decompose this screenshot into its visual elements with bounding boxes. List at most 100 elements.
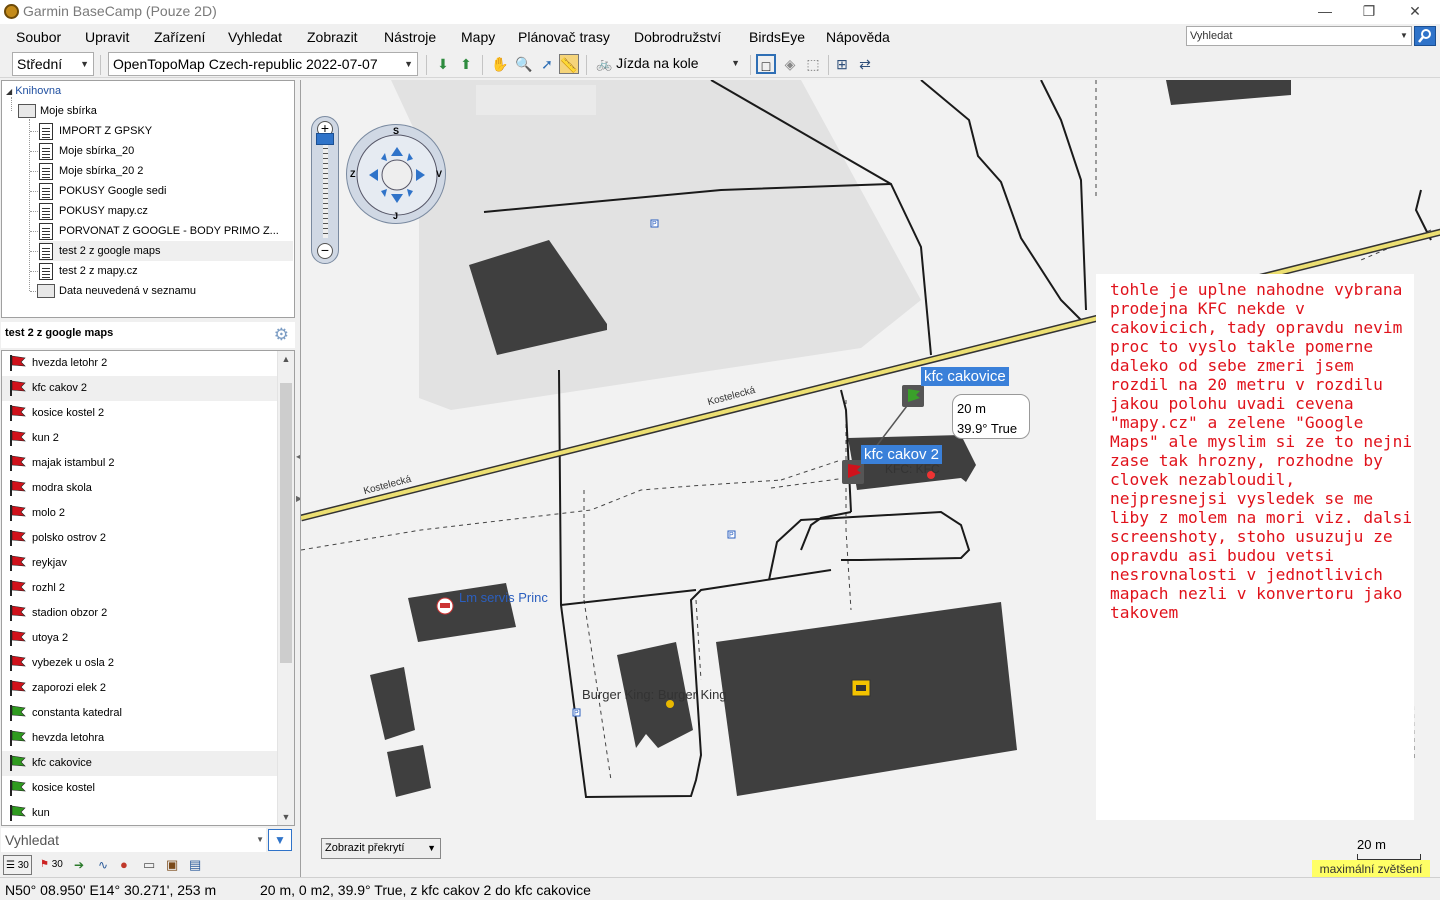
3d-view-icon[interactable]: ◈ bbox=[780, 54, 800, 74]
library-list-item[interactable]: Moje sbírka_20 2 bbox=[39, 161, 143, 181]
waypoint-list-item[interactable]: stadion obzor 2 bbox=[2, 601, 278, 626]
menu-vyhledat[interactable]: Vyhledat bbox=[228, 29, 282, 45]
menu-planovac-trasy[interactable]: Plánovač trasy bbox=[518, 29, 610, 45]
list-bottom-toolbar: ☰ 30 ⚑ 30 ➔ ∿ ● ▭ ▣ ▤ bbox=[0, 853, 296, 877]
scroll-up-icon[interactable]: ▲ bbox=[278, 351, 294, 367]
waypoint-name: zaporozi elek 2 bbox=[32, 682, 106, 694]
zoom-track[interactable] bbox=[323, 143, 328, 238]
waypoint-list-item[interactable]: rozhl 2 bbox=[2, 576, 278, 601]
green-flag-waypoint[interactable] bbox=[902, 385, 924, 407]
list-view-toggle[interactable]: ☰ 30 bbox=[3, 855, 32, 875]
zoom-handle[interactable] bbox=[316, 133, 334, 145]
filter-button[interactable]: ▼ bbox=[268, 829, 292, 851]
collection-item[interactable]: Moje sbírka bbox=[18, 101, 97, 121]
green-flag-icon bbox=[10, 705, 26, 721]
chevron-down-icon[interactable]: ▼ bbox=[1397, 27, 1411, 45]
top-search-input[interactable]: Vyhledat ▼ bbox=[1186, 26, 1412, 46]
waypoint-name: hvezda letohr 2 bbox=[32, 357, 108, 369]
search-button[interactable] bbox=[1414, 26, 1436, 46]
menu-zobrazit[interactable]: Zobrazit bbox=[307, 29, 358, 45]
2d-view-icon[interactable]: □ bbox=[756, 54, 776, 74]
menu-dobrodruzstvi[interactable]: Dobrodružství bbox=[634, 29, 721, 45]
waypoint-list-item[interactable]: molo 2 bbox=[2, 501, 278, 526]
waypoint-list-item[interactable]: polsko ostrov 2 bbox=[2, 526, 278, 551]
waypoint-list-item[interactable]: kosice kostel 2 bbox=[2, 401, 278, 426]
waypoint-list-item[interactable]: utoya 2 bbox=[2, 626, 278, 651]
menu-soubor[interactable]: Soubor bbox=[16, 29, 61, 45]
waypoint-list-item[interactable]: constanta katedral bbox=[2, 701, 278, 726]
sync-icon[interactable]: ⇄ bbox=[855, 54, 875, 74]
detail-level-select[interactable]: Střední ▼ bbox=[12, 52, 94, 76]
waypoint-list-item[interactable]: majak istambul 2 bbox=[2, 451, 278, 476]
waypoint-list-item[interactable]: reykjav bbox=[2, 551, 278, 576]
waypoint-list-item[interactable]: kfc cakovice bbox=[2, 751, 278, 776]
waypoint-filter-toggle[interactable]: ⚑ 30 bbox=[40, 855, 63, 875]
overlay-select[interactable]: Zobrazit překrytí ▼ bbox=[321, 838, 441, 859]
route-icon[interactable]: ➔ bbox=[74, 855, 84, 875]
list-document-icon bbox=[39, 122, 53, 140]
measure-tool-icon[interactable]: 📏 bbox=[559, 54, 579, 74]
waypoint-label-kfc-cakovice[interactable]: kfc cakovice bbox=[921, 367, 1009, 386]
pan-compass[interactable]: S J Z V bbox=[346, 124, 446, 224]
zoom-out-icon[interactable]: − bbox=[317, 243, 333, 259]
library-list-item-selected[interactable]: test 2 z google maps bbox=[39, 241, 293, 261]
menu-zarizeni[interactable]: Zařízení bbox=[154, 29, 205, 45]
waypoint-list-item[interactable]: kun bbox=[2, 801, 278, 825]
zoom-tool-icon[interactable]: 🔍 bbox=[514, 54, 534, 74]
activity-select[interactable]: 🚲 Jízda na kole ▼ bbox=[592, 52, 744, 76]
minimize-button[interactable]: — bbox=[1302, 0, 1348, 24]
status-bar: N50° 08.950' E14° 30.271', 253 m 20 m, 0… bbox=[0, 877, 1440, 900]
restore-button[interactable]: ❐ bbox=[1346, 0, 1392, 24]
library-list-item[interactable]: Moje sbírka_20 bbox=[39, 141, 134, 161]
waypoint-list-item[interactable]: hvezda letohr 2 bbox=[2, 351, 278, 376]
library-list-label: test 2 z mapy.cz bbox=[59, 265, 138, 277]
scroll-thumb[interactable] bbox=[280, 383, 292, 663]
library-root[interactable]: ◢ Knihovna bbox=[6, 81, 61, 101]
waypoint-list-item[interactable]: zaporozi elek 2 bbox=[2, 676, 278, 701]
library-list-item[interactable]: test 2 z mapy.cz bbox=[39, 261, 138, 281]
waypoint-list-item[interactable]: modra skola bbox=[2, 476, 278, 501]
menu-mapy[interactable]: Mapy bbox=[461, 29, 495, 45]
send-to-device-icon[interactable]: ⬆ bbox=[456, 54, 476, 74]
scroll-down-icon[interactable]: ▼ bbox=[278, 809, 294, 825]
waypoint-list-item[interactable]: hevzda letohra bbox=[2, 726, 278, 751]
library-list-item[interactable]: PORVONAT Z GOOGLE - BODY PRIMO Z... bbox=[39, 221, 279, 241]
map-product-select[interactable]: OpenTopoMap Czech-republic 2022-07-07 ▼ bbox=[108, 52, 418, 76]
library-list-item[interactable]: POKUSY mapy.cz bbox=[39, 201, 148, 221]
list-scrollbar[interactable]: ▲ ▼ bbox=[277, 351, 294, 825]
adventure-icon[interactable]: ● bbox=[120, 855, 128, 875]
menu-birdseye[interactable]: BirdsEye bbox=[749, 29, 805, 45]
waypoint-name: rozhl 2 bbox=[32, 582, 66, 594]
list-document-icon bbox=[39, 202, 53, 220]
waypoint-list-item[interactable]: kun 2 bbox=[2, 426, 278, 451]
collapse-icon[interactable]: ◢ bbox=[6, 87, 12, 96]
receive-from-device-icon[interactable]: ⬇ bbox=[433, 54, 453, 74]
toolbar-separator bbox=[586, 55, 587, 75]
gear-icon[interactable]: ⚙ bbox=[274, 324, 289, 346]
map-view[interactable]: P P P Kostelecká Kostelecká kfc cakovice… bbox=[300, 80, 1440, 877]
geocache-icon[interactable]: ▣ bbox=[166, 855, 178, 875]
menu-upravit[interactable]: Upravit bbox=[85, 29, 129, 45]
waypoint-list-item[interactable]: kosice kostel bbox=[2, 776, 278, 801]
select-tool-icon[interactable]: ➚ bbox=[537, 54, 557, 74]
device-icon[interactable]: ▤ bbox=[189, 855, 201, 875]
track-icon[interactable]: ∿ bbox=[98, 855, 108, 875]
birdseye-icon[interactable]: ⬚ bbox=[803, 54, 823, 74]
waypoint-name: molo 2 bbox=[32, 507, 66, 519]
photo-icon[interactable]: ▭ bbox=[143, 855, 155, 875]
library-list-item[interactable]: POKUSY Google sedi bbox=[39, 181, 166, 201]
chevron-down-icon[interactable]: ▼ bbox=[256, 828, 264, 852]
menu-napoveda[interactable]: Nápověda bbox=[826, 29, 890, 45]
toolbar: Střední ▼ OpenTopoMap Czech-republic 2022… bbox=[0, 50, 1440, 78]
hand-tool-icon[interactable]: ✋ bbox=[490, 54, 510, 74]
menu-nastroje[interactable]: Nástroje bbox=[384, 29, 436, 45]
list-search-input[interactable]: Vyhledat ▼ bbox=[1, 828, 266, 852]
unlisted-data-item[interactable]: Data neuvedená v seznamu bbox=[37, 281, 196, 301]
waypoint-list-item[interactable]: kfc cakov 2 bbox=[2, 376, 278, 401]
library-list-item[interactable]: IMPORT Z GPSKY bbox=[39, 121, 152, 141]
fit-map-icon[interactable]: ⊞ bbox=[832, 54, 852, 74]
close-button[interactable]: ✕ bbox=[1392, 0, 1438, 24]
waypoint-list-item[interactable]: vybezek u osla 2 bbox=[2, 651, 278, 676]
compass-east: V bbox=[436, 169, 443, 179]
zoom-slider[interactable]: + − bbox=[311, 116, 339, 264]
